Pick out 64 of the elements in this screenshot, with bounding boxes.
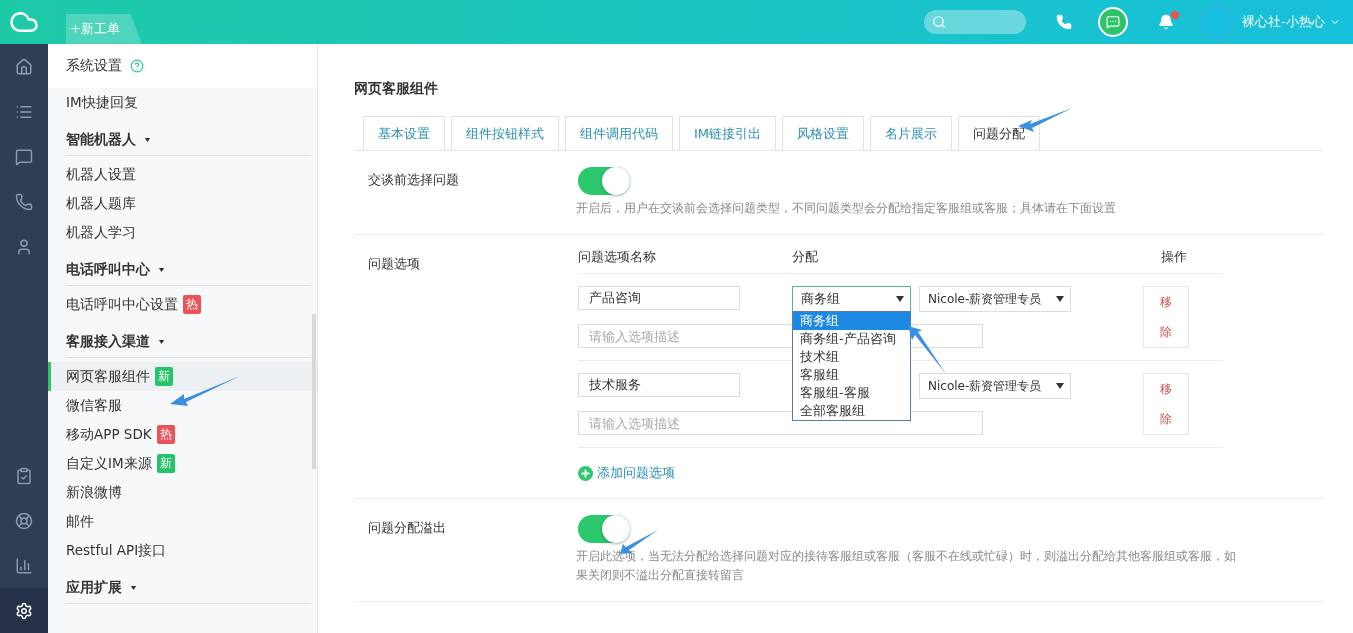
caret-icon (144, 138, 151, 142)
sidebar-group[interactable]: 智能机器人 (66, 131, 136, 149)
option-name-input[interactable]: 产品咨询 (578, 286, 740, 310)
sidebar-item[interactable]: 自定义IM来源 新 (48, 449, 317, 478)
caret-icon (1056, 383, 1064, 389)
column-header: 分配 (792, 248, 819, 266)
dropdown-option[interactable]: 客服组 (793, 366, 910, 384)
settings-icon[interactable] (0, 588, 48, 633)
tab[interactable]: IM链接引出 (679, 116, 777, 150)
page-title: 网页客服组件 (354, 80, 439, 98)
toggle-switch[interactable] (578, 167, 630, 195)
tab[interactable]: 名片展示 (870, 116, 953, 150)
tab[interactable]: 基本设置 (363, 116, 445, 150)
setting-label: 问题分配溢出 (368, 519, 447, 537)
sidebar-item[interactable]: 邮件 (48, 507, 317, 536)
sidebar-group[interactable]: 客服接入渠道 (66, 333, 150, 351)
caret-icon (130, 586, 137, 590)
dropdown-option[interactable]: 技术组 (793, 348, 910, 366)
tab[interactable]: 组件按钮样式 (451, 116, 559, 150)
remove-button[interactable]: 移除 (1143, 286, 1189, 348)
dropdown-option[interactable]: 客服组-客服 (793, 384, 910, 402)
caret-icon (158, 268, 165, 272)
phone-icon[interactable] (1056, 14, 1073, 30)
tag: 新 (155, 367, 173, 386)
remove-button[interactable]: 移除 (1143, 373, 1189, 435)
setting-label: 交谈前选择问题 (368, 171, 460, 189)
tag: 新 (156, 454, 175, 473)
column-header: 操作 (1161, 248, 1188, 266)
sidebar-group[interactable]: 应用扩展 (66, 579, 122, 597)
tag: 热 (183, 295, 201, 314)
dropdown-option[interactable]: 商务组 (793, 312, 910, 330)
sidebar-item[interactable]: 网页客服组件 新 (48, 362, 317, 391)
tab[interactable]: 风格设置 (782, 116, 865, 150)
setting-label: 问题选项 (368, 255, 421, 273)
column-header: 问题选项名称 (578, 248, 657, 266)
sidebar-item[interactable]: 电话呼叫中心设置 热 (48, 290, 317, 319)
search-icon (932, 15, 947, 29)
sidebar-item[interactable]: 机器人设置 (48, 160, 317, 189)
sidebar-item[interactable]: Restful API接口 (48, 536, 317, 565)
agent-select[interactable]: Nicole-薪资管理专员 (919, 286, 1071, 312)
chat-icon[interactable] (1098, 7, 1129, 37)
sidebar-item[interactable]: 机器人题库 (48, 189, 317, 218)
caret-icon (158, 340, 165, 344)
tab[interactable]: 问题分配 (958, 116, 1041, 150)
plus-icon (578, 465, 593, 481)
tag: 热 (156, 425, 175, 444)
tab[interactable]: 组件调用代码 (565, 116, 673, 150)
agent-select[interactable]: Nicole-薪资管理专员 (919, 373, 1071, 399)
help-icon[interactable] (130, 59, 144, 73)
settings-heading: 系统设置 (66, 57, 122, 75)
setting-description: 开启后，用户在交谈前会选择问题类型，不同问题类型会分配给指定客服组或客服；具体请在下面设置 (576, 200, 1117, 217)
sidebar-item[interactable]: 移动APP SDK 热 (48, 420, 317, 449)
caret-icon (1056, 296, 1064, 302)
sidebar-item[interactable]: IM快捷回复 (48, 88, 317, 117)
dropdown-option[interactable]: 商务组-产品咨询 (793, 330, 910, 348)
option-name-input[interactable]: 技术服务 (578, 373, 740, 397)
caret-icon (896, 296, 904, 302)
sidebar-group[interactable]: 电话呼叫中心 (66, 261, 150, 279)
sidebar-item[interactable]: 机器人学习 (48, 218, 317, 247)
add-option-link[interactable]: 添加问题选项 (578, 448, 675, 498)
toggle-switch[interactable] (578, 515, 630, 543)
search-field[interactable] (924, 10, 1027, 34)
sidebar-item[interactable]: 微信客服 (48, 391, 317, 420)
sidebar-item[interactable]: 新浪微博 (48, 478, 317, 507)
